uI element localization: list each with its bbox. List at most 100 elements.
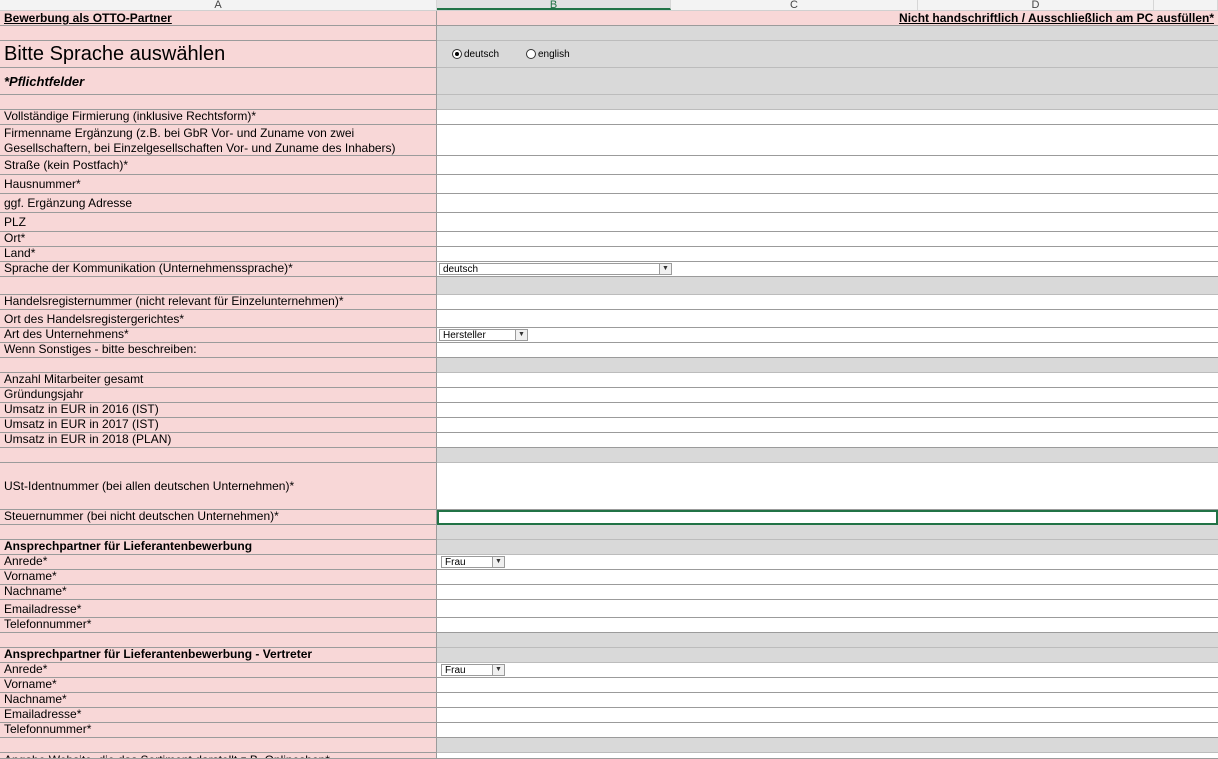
cell-b-empty[interactable] xyxy=(437,648,1218,663)
cell-a-empty[interactable] xyxy=(0,448,437,463)
row-hausnummer: Hausnummer* xyxy=(0,175,1218,194)
row-spacer xyxy=(0,738,1218,753)
input-handelsregisternummer[interactable] xyxy=(437,295,1218,310)
row-website: Angabe Website, die das Sortiment darste… xyxy=(0,753,1218,759)
column-header-c[interactable]: C xyxy=(671,0,918,10)
cell-b-empty[interactable] xyxy=(437,68,1218,95)
anrede-cell: Frau ▼ xyxy=(437,555,1218,570)
input-umsatz-2018[interactable] xyxy=(437,433,1218,448)
radio-english[interactable]: english xyxy=(526,41,570,67)
label-nachname-vertreter: Nachname* xyxy=(0,693,437,708)
input-ust[interactable] xyxy=(437,463,1218,510)
anrede-vertreter-dropdown[interactable]: Frau ▼ xyxy=(441,664,505,676)
input-sonstiges[interactable] xyxy=(437,343,1218,358)
column-header-e[interactable] xyxy=(1154,0,1218,10)
header-right-cell[interactable]: Nicht handschriftlich / Ausschließlich a… xyxy=(437,11,1218,26)
input-umsatz-2016[interactable] xyxy=(437,403,1218,418)
cell-b-empty[interactable] xyxy=(437,738,1218,753)
input-strasse[interactable] xyxy=(437,156,1218,175)
input-vorname[interactable] xyxy=(437,570,1218,585)
label-telefon-vertreter: Telefonnummer* xyxy=(0,723,437,738)
row-gruendungsjahr: Gründungsjahr xyxy=(0,388,1218,403)
art-cell: Hersteller ▼ xyxy=(437,328,1218,343)
input-plz[interactable] xyxy=(437,213,1218,232)
cell-b-empty[interactable] xyxy=(437,525,1218,540)
cell-a-empty[interactable] xyxy=(0,95,437,110)
input-gruendungsjahr[interactable] xyxy=(437,388,1218,403)
cell-b-empty[interactable] xyxy=(437,277,1218,295)
cell-b-empty[interactable] xyxy=(437,358,1218,373)
row-vorname-vertreter: Vorname* xyxy=(0,678,1218,693)
label-ort-handelsregister: Ort des Handelsregistergerichtes* xyxy=(0,310,437,328)
cell-a-empty[interactable] xyxy=(0,277,437,295)
label-ort: Ort* xyxy=(0,232,437,247)
input-land[interactable] xyxy=(437,247,1218,262)
cell-b-empty[interactable] xyxy=(437,540,1218,555)
input-nachname-vertreter[interactable] xyxy=(437,693,1218,708)
sprache-dropdown[interactable]: deutsch ▼ xyxy=(439,263,672,275)
row-ort: Ort* xyxy=(0,232,1218,247)
radio-deutsch-label: deutsch xyxy=(464,48,500,60)
row-sprache: Sprache der Kommunikation (Unternehmenss… xyxy=(0,262,1218,277)
cell-a-empty[interactable] xyxy=(0,26,437,41)
cell-b-empty[interactable] xyxy=(437,633,1218,648)
input-firmenname-ergaenzung[interactable] xyxy=(437,125,1218,156)
art-dropdown[interactable]: Hersteller ▼ xyxy=(439,329,528,341)
input-email-vertreter[interactable] xyxy=(437,708,1218,723)
label-umsatz-2017: Umsatz in EUR in 2017 (IST) xyxy=(0,418,437,433)
row-umsatz-2018: Umsatz in EUR in 2018 (PLAN) xyxy=(0,433,1218,448)
row-telefon-vertreter: Telefonnummer* xyxy=(0,723,1218,738)
label-anrede: Anrede* xyxy=(0,555,437,570)
dropdown-arrow-icon[interactable]: ▼ xyxy=(492,557,504,567)
label-website: Angabe Website, die das Sortiment darste… xyxy=(0,753,437,759)
input-website[interactable] xyxy=(437,753,1218,759)
dropdown-arrow-icon[interactable]: ▼ xyxy=(659,264,671,274)
sprache-cell: deutsch ▼ xyxy=(437,262,1218,277)
row-spacer xyxy=(0,525,1218,540)
ansprechpartner-title: Ansprechpartner für Lieferantenbewerbung xyxy=(0,540,437,555)
row-ansprech-title: Ansprechpartner für Lieferantenbewerbung xyxy=(0,540,1218,555)
row-mitarbeiter: Anzahl Mitarbeiter gesamt xyxy=(0,373,1218,388)
input-hausnummer[interactable] xyxy=(437,175,1218,194)
input-firmierung[interactable] xyxy=(437,110,1218,125)
row-umsatz-2016: Umsatz in EUR in 2016 (IST) xyxy=(0,403,1218,418)
cell-a-empty[interactable] xyxy=(0,525,437,540)
dropdown-arrow-icon[interactable]: ▼ xyxy=(515,330,527,340)
cell-b-empty[interactable] xyxy=(437,95,1218,110)
radio-selected-icon xyxy=(452,49,462,59)
cell-a-empty[interactable] xyxy=(0,358,437,373)
input-ort-handelsregister[interactable] xyxy=(437,310,1218,328)
input-email[interactable] xyxy=(437,600,1218,618)
label-mitarbeiter: Anzahl Mitarbeiter gesamt xyxy=(0,373,437,388)
row-spacer xyxy=(0,448,1218,463)
input-telefon-vertreter[interactable] xyxy=(437,723,1218,738)
input-umsatz-2017[interactable] xyxy=(437,418,1218,433)
anrede-dropdown[interactable]: Frau ▼ xyxy=(441,556,505,568)
input-ergaenzung-adresse[interactable] xyxy=(437,194,1218,213)
dropdown-arrow-icon[interactable]: ▼ xyxy=(492,665,504,675)
row-telefon: Telefonnummer* xyxy=(0,618,1218,633)
cell-a-empty[interactable] xyxy=(0,633,437,648)
input-telefon[interactable] xyxy=(437,618,1218,633)
row-umsatz-2017: Umsatz in EUR in 2017 (IST) xyxy=(0,418,1218,433)
input-mitarbeiter[interactable] xyxy=(437,373,1218,388)
input-nachname[interactable] xyxy=(437,585,1218,600)
column-header-a[interactable]: A xyxy=(0,0,437,10)
anrede-vertreter-dropdown-value: Frau xyxy=(445,665,466,676)
sprache-dropdown-value: deutsch xyxy=(443,264,479,275)
label-steuernummer: Steuernummer (bei nicht deutschen Untern… xyxy=(0,510,437,525)
radio-deutsch[interactable]: deutsch xyxy=(452,41,499,67)
input-steuernummer-selected[interactable] xyxy=(437,510,1218,525)
column-header-b[interactable]: B xyxy=(437,0,671,10)
language-title: Bitte Sprache auswählen xyxy=(0,41,437,68)
label-strasse: Straße (kein Postfach)* xyxy=(0,156,437,175)
input-vorname-vertreter[interactable] xyxy=(437,678,1218,693)
column-header-d[interactable]: D xyxy=(918,0,1154,10)
input-ort[interactable] xyxy=(437,232,1218,247)
cell-b-empty[interactable] xyxy=(437,448,1218,463)
row-language: Bitte Sprache auswählen deutsch english xyxy=(0,41,1218,68)
language-radio-cell: deutsch english xyxy=(437,41,1218,68)
header-left-cell[interactable]: Bewerbung als OTTO-Partner xyxy=(0,11,437,26)
cell-a-empty[interactable] xyxy=(0,738,437,753)
cell-b-empty[interactable] xyxy=(437,26,1218,41)
